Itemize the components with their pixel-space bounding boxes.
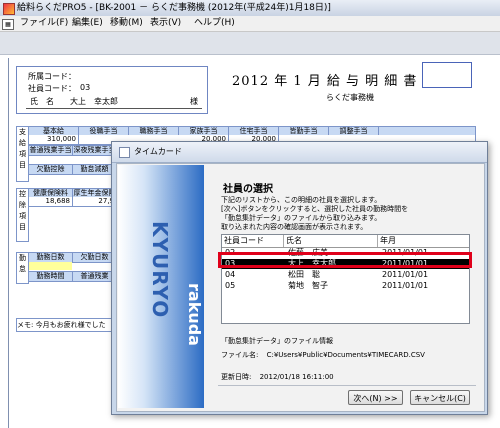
row-code: 05 — [225, 281, 236, 290]
emp-code-value: 03 — [80, 83, 91, 92]
dialog-title-bar: タイムカード — [112, 142, 487, 163]
column-header-name[interactable]: 氏名 — [284, 235, 378, 247]
dialog-icon — [119, 147, 130, 158]
description-line: 下記のリストから、この明細の社員を選択します。 — [221, 196, 382, 204]
file-name-label: ファイル名: — [221, 351, 259, 359]
list-header: 社員コード 氏名 年月 — [222, 235, 469, 248]
selection-highlight-box — [218, 252, 472, 268]
description-line: 「勤怠集計データ」のファイルから取り込みます。 — [221, 214, 382, 222]
list-item[interactable]: 04 松田 聡 2011/01/01 — [222, 270, 469, 280]
window-title: 給料らくだPRO5 - [BK-2001 － らくだ事務機 (2012年(平成2… — [17, 3, 331, 13]
row-yearmonth: 2011/01/01 — [382, 281, 429, 290]
employee-list[interactable]: 社員コード 氏名 年月 02 佐藤 広美 2011/01/01 03 大上 幸太… — [221, 234, 470, 324]
memo-field[interactable]: メモ: 今月もお疲れ様でした — [16, 318, 122, 332]
toolbar-strip — [0, 32, 500, 55]
description-line: [次へ]ボタンをクリックすると、選択した社員の勤務時間を — [221, 205, 409, 213]
updated-value: 2012/01/18 16:11:00 — [259, 373, 334, 381]
row-name: 松田 聡 — [288, 270, 320, 279]
description-line: 取り込まれた内容の確認画面が表示されます。 — [221, 223, 368, 231]
menu-bar: ▦ ファイル(F) 編集(E) 移動(M) 表示(V) ヘルプ(H) — [0, 16, 500, 32]
menu-edit[interactable]: 編集(E) — [70, 16, 105, 31]
dialog-heading: 社員の選択 — [223, 184, 273, 195]
deduction-value-row: 18,688 27,9 — [28, 197, 118, 207]
emp-code-label: 社員コード： — [28, 84, 76, 93]
dialog-description: 下記のリストから、この明細の社員を選択します。 [次へ]ボタンをクリックすると、… — [221, 196, 408, 232]
name-value: 大上 幸太郎 — [70, 97, 118, 106]
payslip-title: 2012 年 1 月 給 与 明 細 書 — [232, 74, 418, 89]
window-title-bar: 給料らくだPRO5 - [BK-2001 － らくだ事務機 (2012年(平成2… — [0, 0, 500, 17]
list-item[interactable]: 05 菊地 智子 2011/01/01 — [222, 281, 469, 291]
menu-view[interactable]: 表示(V) — [148, 16, 183, 31]
row-name: 菊地 智子 — [288, 281, 328, 290]
row-code: 04 — [225, 270, 236, 279]
next-button[interactable]: 次へ(N) >> — [348, 390, 403, 405]
column-header-yearmonth[interactable]: 年月 — [378, 235, 469, 247]
updated-row: 更新日時: 2012/01/18 16:11:00 — [221, 372, 334, 382]
file-info-heading: 「勤怠集計データ」のファイル情報 — [221, 337, 333, 345]
file-name-row: ファイル名: C:¥Users¥Public¥Documents¥TIMECAR… — [221, 350, 425, 360]
menu-file[interactable]: ファイル(F) — [18, 16, 70, 31]
deduction-value-cell[interactable]: 18,688 — [29, 197, 73, 206]
dept-code-label: 所属コード： — [28, 72, 76, 81]
absence-header-cell: 欠勤控除 — [29, 165, 73, 174]
cancel-button[interactable]: キャンセル(C) — [410, 390, 470, 405]
app-icon — [3, 3, 15, 15]
honorific: 様 — [190, 97, 198, 106]
overtime-header-row: 普通残業手当 深夜残業手当 — [28, 145, 118, 156]
attendance-header-cell: 勤務時間 — [29, 272, 73, 281]
file-name-value: C:¥Users¥Public¥Documents¥TIMECARD.CSV — [266, 351, 425, 359]
dialog-title: タイムカード — [134, 147, 182, 156]
overtime-header-cell: 普通残業手当 — [29, 146, 73, 155]
updated-label: 更新日時: — [221, 373, 252, 381]
attendance-header-row-2: 勤務時間 普通残業 — [28, 271, 118, 282]
menu-help[interactable]: ヘルプ(H) — [192, 16, 237, 31]
name-label: 氏 名 — [30, 97, 54, 106]
company-name: らくだ事務機 — [326, 93, 374, 102]
menu-move[interactable]: 移動(M) — [108, 16, 145, 31]
row-yearmonth: 2011/01/01 — [382, 270, 429, 279]
brand-logo-text: KYURYO — [148, 221, 172, 319]
dialog-separator — [218, 385, 476, 386]
column-header-code[interactable]: 社員コード — [222, 235, 284, 247]
pay-value-cell[interactable]: 310,000 — [29, 135, 79, 144]
work-days-input[interactable] — [29, 262, 72, 270]
attendance-header-cell: 勤務日数 — [29, 253, 73, 262]
brand-panel: KYURYO rakuda — [118, 165, 204, 408]
employee-name-line: 氏 名 大上 幸太郎 様 — [26, 96, 202, 109]
absence-header-row: 欠勤控除 勤怠減額 — [28, 164, 118, 175]
brand-logo-subtext: rakuda — [185, 283, 204, 346]
document-icon[interactable]: ▦ — [2, 19, 14, 30]
stamp-box — [422, 62, 472, 88]
